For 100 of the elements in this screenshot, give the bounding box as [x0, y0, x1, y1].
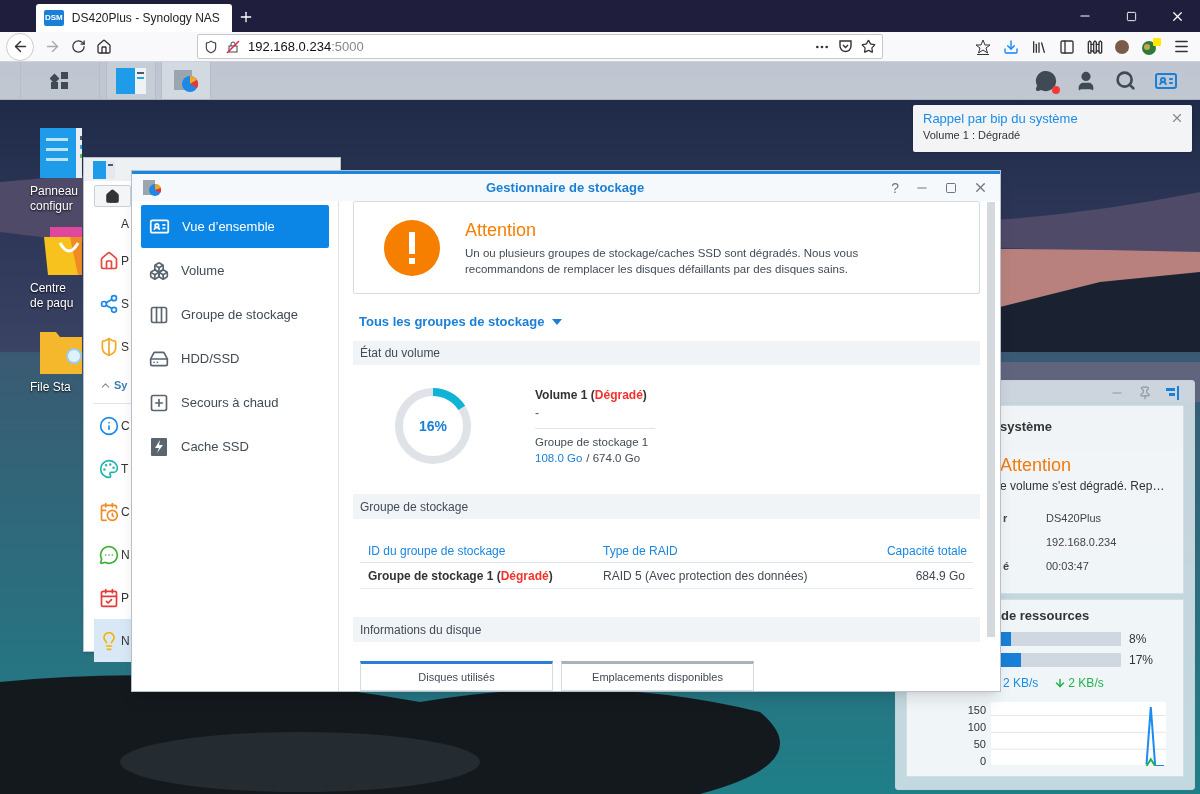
- section-header: État du volume: [353, 340, 980, 366]
- globe-badge-icon[interactable]: [1141, 37, 1161, 56]
- chat-icon[interactable]: [1035, 69, 1057, 92]
- alert-message: Un ou plusieurs groupes de stockage/caches SSD sont dégradés. Nous vous recommandons de remplacer les disques défaillants par des disques sains.: [465, 246, 860, 278]
- column-header[interactable]: ID du groupe de stockage: [360, 541, 603, 560]
- boxes-icon: [149, 260, 169, 281]
- info-value: DS420Plus: [1046, 510, 1102, 526]
- chat-icon: [98, 544, 119, 565]
- menu-item[interactable]: S: [94, 282, 132, 325]
- scrollbar[interactable]: [987, 202, 995, 637]
- meter-reading: 17%: [1129, 652, 1154, 669]
- section-label: Sy: [114, 378, 128, 394]
- desktop-icon-label: Centre: [30, 281, 67, 296]
- reload-icon[interactable]: [71, 39, 86, 54]
- panel-icon[interactable]: [1166, 386, 1180, 400]
- favicon: DSM: [44, 10, 64, 26]
- sidebar-item[interactable]: Volume: [141, 249, 329, 292]
- drive-lightning-icon: [149, 436, 169, 457]
- home-icon: [105, 188, 120, 204]
- desktop-icon-label: File Sta: [30, 380, 71, 395]
- menu-item[interactable]: N: [94, 533, 132, 576]
- alert-icon: [384, 219, 440, 276]
- shield-icon[interactable]: [204, 39, 218, 54]
- tab[interactable]: Emplacements disponibles: [561, 661, 754, 691]
- bookmark-star-icon[interactable]: [975, 38, 991, 55]
- menu-item[interactable]: P: [94, 239, 132, 282]
- menu-item[interactable]: T: [94, 447, 132, 490]
- alert-title: Attention: [465, 219, 538, 243]
- control-panel-icon[interactable]: [40, 128, 82, 178]
- usage-percent: 16%: [418, 417, 448, 436]
- download-speed: 2 KB/s: [1068, 675, 1104, 692]
- browser-tab[interactable]: DSM DS420Plus - Synology NAS: [36, 4, 232, 32]
- sidebar-icon[interactable]: [1059, 38, 1075, 55]
- sidebar-item[interactable]: Vue d’ensemble: [141, 205, 329, 248]
- home-button[interactable]: [94, 185, 131, 207]
- sidebar-item[interactable]: Groupe de stockage: [141, 293, 329, 336]
- health-status: Attention: [1000, 454, 1073, 476]
- sidebar-item[interactable]: Secours à chaud: [141, 381, 329, 424]
- plus-square-icon: [149, 392, 169, 413]
- upload-speed: 2 KB/s: [1003, 675, 1039, 692]
- back-button[interactable]: [6, 32, 34, 61]
- calendar-check-icon: [98, 587, 119, 608]
- download-icon[interactable]: [1003, 38, 1019, 55]
- used-capacity: 108.0 Go: [535, 451, 583, 467]
- info-label: r: [1003, 511, 1008, 524]
- taskbar-app-button[interactable]: [161, 62, 211, 99]
- info-value: 192.168.0.234: [1046, 534, 1117, 550]
- axis-tick-label: 100: [967, 722, 986, 734]
- columns-icon: [149, 304, 169, 325]
- desktop-icon-label: de paqu: [30, 296, 74, 311]
- widget-title: de ressources: [1000, 607, 1091, 625]
- insecure-lock-icon[interactable]: [226, 39, 240, 54]
- help-button[interactable]: ?: [891, 180, 899, 195]
- star-icon[interactable]: [861, 39, 876, 54]
- section-header: Groupe de stockage: [353, 494, 980, 520]
- house-icon: [98, 250, 119, 271]
- library-icon[interactable]: [1031, 38, 1047, 55]
- menu-icon[interactable]: [1173, 38, 1190, 55]
- section-header: Informations du disque: [353, 617, 980, 643]
- address-field[interactable]: 192.168.0.234:5000: [197, 34, 883, 59]
- menu-item[interactable]: S: [94, 325, 132, 368]
- storage-manager-icon: [142, 178, 162, 197]
- sidebar-item[interactable]: Cache SSD: [141, 425, 329, 468]
- sidebar-item[interactable]: HDD/SSD: [141, 337, 329, 380]
- fence-icon[interactable]: [1087, 38, 1103, 55]
- info-label: é: [1003, 559, 1010, 572]
- menu-item[interactable]: C: [94, 490, 132, 533]
- menu-item[interactable]: C: [94, 404, 132, 447]
- volume-description: -: [535, 405, 539, 423]
- group-dropdown[interactable]: Tous les groupes de stockage: [359, 312, 563, 332]
- caret-icon: [552, 318, 563, 325]
- home-icon[interactable]: [96, 38, 112, 55]
- avatar[interactable]: [1115, 39, 1129, 54]
- window-title: Gestionnaire de stockage: [486, 178, 645, 197]
- menu-item[interactable]: N: [94, 619, 132, 662]
- download-arrow-icon: [1054, 677, 1067, 689]
- pool-name: Groupe de stockage 1: [535, 435, 650, 451]
- notification-title: Rappel par bip du système: [923, 110, 1078, 127]
- tab[interactable]: Disques utilisés: [360, 661, 553, 691]
- column-header[interactable]: Type de RAID: [603, 541, 843, 560]
- widget-title: système: [1000, 418, 1054, 436]
- table-cell-text: 684.9 Go: [915, 567, 966, 585]
- main-menu-button[interactable]: [20, 62, 100, 99]
- taskbar-app-button[interactable]: [106, 62, 156, 99]
- axis-tick-label: 0: [979, 756, 986, 767]
- pocket-icon[interactable]: [838, 39, 853, 54]
- new-tab-icon[interactable]: [238, 9, 254, 25]
- tab-title: DS420Plus - Synology NAS: [71, 10, 220, 27]
- meter-reading: 8%: [1129, 631, 1147, 648]
- menu-item[interactable]: A: [94, 208, 132, 239]
- info-icon: [98, 415, 119, 436]
- search-icon[interactable]: [1115, 70, 1136, 91]
- table-cell: Groupe de stockage 1 (Dégradé): [368, 568, 553, 583]
- notification-message: Volume 1 : Dégradé: [923, 128, 1022, 143]
- menu-item[interactable]: P: [94, 576, 132, 619]
- axis-tick-label: 50: [973, 739, 986, 751]
- health-message: e volume s'est dégradé. Rep…: [1000, 478, 1166, 494]
- palette-icon: [98, 458, 119, 479]
- total-capacity: / 674.0 Go: [586, 451, 641, 467]
- column-header[interactable]: Capacité totale: [886, 541, 973, 560]
